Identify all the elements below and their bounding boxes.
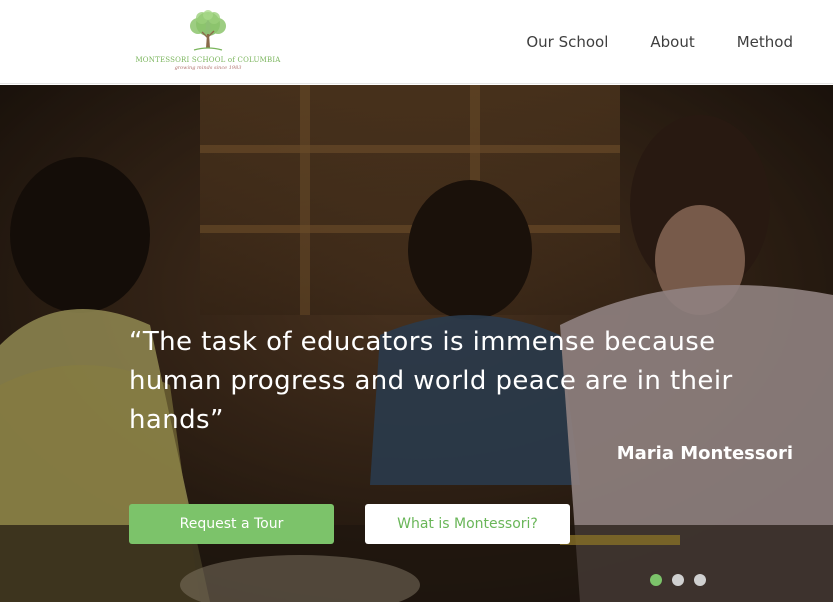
page-bottom-edge [0,602,833,609]
slider-dots [650,574,706,586]
nav-method[interactable]: Method [737,33,793,51]
nav-about[interactable]: About [650,33,694,51]
slider-dot-1[interactable] [650,574,662,586]
tree-logo-icon [190,10,226,51]
slider-dot-3[interactable] [694,574,706,586]
what-is-montessori-button[interactable]: What is Montessori? [365,504,570,544]
site-header: MONTESSORI SCHOOL of COLUMBIA growing mi… [0,0,833,84]
logo[interactable]: MONTESSORI SCHOOL of COLUMBIA growing mi… [128,10,288,74]
slider-dot-2[interactable] [672,574,684,586]
hero-quote: “The task of educators is immense becaus… [129,327,733,435]
request-tour-button[interactable]: Request a Tour [129,504,334,544]
hero-slider: “The task of educators is immense becaus… [0,85,833,602]
page: MONTESSORI SCHOOL of COLUMBIA growing mi… [0,0,833,609]
logo-tagline: growing minds since 1983 [174,65,242,71]
quote-author: Maria Montessori [616,443,793,464]
main-nav: Our School About Method [526,33,793,51]
logo-name: MONTESSORI SCHOOL of COLUMBIA [135,56,281,64]
nav-our-school[interactable]: Our School [526,33,608,51]
